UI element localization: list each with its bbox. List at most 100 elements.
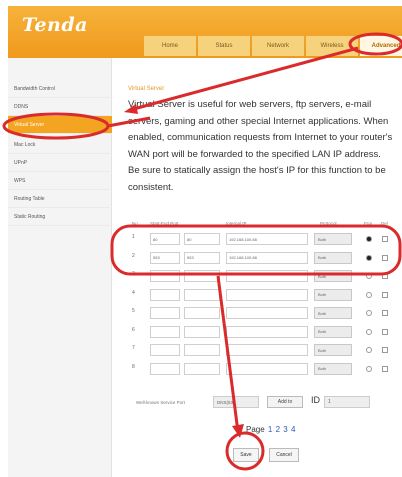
protocol-select[interactable]: Both [314, 362, 352, 375]
id-label: ID [311, 395, 320, 405]
header-protocol: Protocol [320, 221, 337, 226]
row-number: 1 [132, 234, 135, 240]
start-port-input[interactable]: 553 [150, 251, 180, 264]
protocol-select[interactable]: Both [314, 325, 352, 338]
internal-ip-input[interactable]: 192.168.100.88 [226, 251, 308, 264]
add-to-button[interactable]: Add to [267, 396, 303, 408]
delete-checkbox[interactable] [382, 347, 388, 353]
sidebar-item-static-routing[interactable]: Static Routing [8, 208, 112, 226]
sidebar-item-virtual-server[interactable]: Virtual Server [8, 116, 112, 134]
save-button[interactable]: Save [233, 448, 259, 462]
page-title: Virtual Server [128, 86, 165, 92]
internal-ip-input[interactable] [226, 362, 308, 375]
protocol-select[interactable]: Both [314, 270, 352, 282]
protocol-select[interactable]: Both [314, 233, 352, 245]
internal-ip-input[interactable] [226, 288, 308, 301]
internal-ip-input[interactable] [226, 270, 308, 282]
nav-status[interactable]: Status [198, 36, 250, 56]
top-nav: Home Status Network Wireless Advanced [144, 36, 402, 56]
page-link-4[interactable]: 4 [291, 425, 295, 434]
pagination: Page 1 2 3 4 [246, 425, 295, 434]
row-number: 7 [132, 345, 135, 351]
header-no: No. [132, 221, 140, 226]
wellknown-port-label: Well-known Service Port [136, 400, 185, 405]
sidebar-item-bandwidth-control[interactable]: Bandwidth Control [8, 80, 112, 98]
protocol-select[interactable]: Both [314, 344, 352, 356]
arrowhead-3 [232, 424, 244, 438]
start-port-input[interactable] [150, 307, 180, 319]
end-port-input[interactable]: 80 [184, 233, 220, 245]
end-port-input[interactable] [184, 288, 220, 301]
start-port-input[interactable] [150, 344, 180, 356]
sidebar-item-mac-lock[interactable]: Mac Lock [8, 136, 112, 154]
delete-checkbox[interactable] [382, 291, 388, 298]
end-port-input[interactable] [184, 270, 220, 282]
protocol-select[interactable]: Both [314, 307, 352, 319]
sidebar-item-wps[interactable]: WPS [8, 172, 112, 190]
enable-radio[interactable] [366, 365, 372, 372]
table-row: 8 Both [128, 360, 393, 379]
delete-checkbox[interactable] [382, 236, 388, 242]
enable-radio[interactable] [366, 273, 372, 279]
header-port: Start-End Port [150, 221, 179, 226]
table-row: 2 553 553 192.168.100.88 Both [128, 249, 393, 268]
internal-ip-input[interactable] [226, 344, 308, 356]
row-number: 5 [132, 308, 135, 314]
table-row: 1 80 80 192.168.100.88 Both [128, 230, 393, 249]
table-row: 7 Both [128, 341, 393, 360]
id-select[interactable]: 1 [324, 396, 370, 408]
enable-radio[interactable] [366, 310, 372, 316]
enable-radio[interactable] [366, 291, 372, 298]
sidebar-item-upnp[interactable]: UPnP [8, 154, 112, 172]
enable-radio[interactable] [366, 347, 372, 353]
page-link-1[interactable]: 1 [268, 425, 272, 434]
table-row: 3 Both [128, 267, 393, 286]
table-row: 5 Both [128, 304, 393, 323]
internal-ip-input[interactable]: 192.168.100.88 [226, 233, 308, 245]
start-port-input[interactable] [150, 362, 180, 375]
sidebar-item-ddns[interactable]: DDNS [8, 98, 112, 116]
row-number: 6 [132, 326, 135, 333]
sidebar-item-routing-table[interactable]: Routing Table [8, 190, 112, 208]
nav-network[interactable]: Network [252, 36, 304, 56]
delete-checkbox[interactable] [382, 273, 388, 279]
delete-checkbox[interactable] [382, 365, 388, 372]
enable-radio[interactable] [366, 236, 372, 242]
table-row: 6 Both [128, 323, 393, 342]
start-port-input[interactable] [150, 325, 180, 338]
protocol-select[interactable]: Both [314, 251, 352, 264]
row-number: 8 [132, 363, 135, 370]
end-port-input[interactable] [184, 344, 220, 356]
page-link-3[interactable]: 3 [283, 425, 287, 434]
start-port-input[interactable]: 80 [150, 233, 180, 245]
header-bar: Tenda Home Status Network Wireless Advan… [8, 6, 402, 58]
nav-home[interactable]: Home [144, 36, 196, 56]
enable-radio[interactable] [366, 328, 372, 335]
delete-checkbox[interactable] [382, 310, 388, 316]
row-number: 3 [132, 271, 135, 277]
nav-wireless[interactable]: Wireless [306, 36, 358, 56]
table-header: No. Start-End Port Internal IP Protocol … [128, 218, 393, 230]
protocol-select[interactable]: Both [314, 288, 352, 301]
sidebar: Bandwidth Control DDNS Virtual Server Ma… [8, 58, 112, 477]
start-port-input[interactable] [150, 288, 180, 301]
enable-radio[interactable] [366, 254, 372, 261]
end-port-input[interactable]: 553 [184, 251, 220, 264]
internal-ip-input[interactable] [226, 325, 308, 338]
internal-ip-input[interactable] [226, 307, 308, 319]
cancel-button[interactable]: Cancel [269, 448, 299, 462]
pager-label: Page [246, 425, 265, 434]
virtual-server-table: No. Start-End Port Internal IP Protocol … [128, 218, 393, 378]
start-port-input[interactable] [150, 270, 180, 282]
delete-checkbox[interactable] [382, 254, 388, 261]
end-port-input[interactable] [184, 362, 220, 375]
nav-advanced[interactable]: Advanced [360, 36, 402, 56]
page-link-2[interactable]: 2 [276, 425, 280, 434]
table-row: 4 Both [128, 286, 393, 305]
end-port-input[interactable] [184, 307, 220, 319]
description-text: Virtual Server is useful for web servers… [128, 99, 393, 193]
row-number: 2 [132, 252, 135, 259]
delete-checkbox[interactable] [382, 328, 388, 335]
end-port-input[interactable] [184, 325, 220, 338]
wellknown-port-select[interactable]: DNS(53) [213, 396, 259, 408]
